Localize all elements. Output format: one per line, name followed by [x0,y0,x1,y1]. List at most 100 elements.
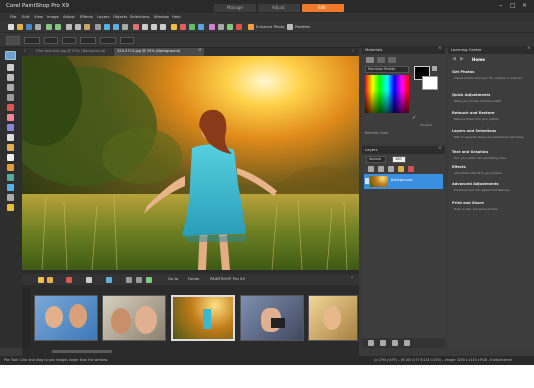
folder-path[interactable]: PAINTSHOP Pro X9 [210,277,245,281]
save-icon[interactable] [26,24,32,30]
redo-icon[interactable] [55,24,61,30]
enhance-photo-button[interactable]: Enhance Photo [256,25,284,29]
print-icon[interactable] [35,24,41,30]
lc-layers-selections[interactable]: Layers and Selections [452,129,496,134]
new-file-icon[interactable] [8,24,14,30]
share-icon[interactable] [86,277,92,283]
fill-tool-icon[interactable] [7,164,14,171]
histogram-icon[interactable] [171,24,177,30]
effects-browser-icon[interactable] [209,24,215,30]
back-icon[interactable]: ◀ [452,57,456,62]
clone-brush-icon[interactable] [7,124,14,131]
scroll-right-icon[interactable]: › [352,49,354,54]
forward-icon[interactable]: ▶ [460,57,464,62]
resize-icon[interactable] [122,24,128,30]
smart-fix-icon[interactable] [198,24,204,30]
layer-row-background[interactable]: Background [364,174,443,189]
refresh-icon[interactable] [146,277,152,283]
run-script-icon[interactable] [227,24,233,30]
one-step-fix-icon[interactable] [189,24,195,30]
thumbnail-photographer[interactable] [240,295,304,341]
lc-effects[interactable]: Effects [452,165,466,170]
thumbnail-couple-selfie[interactable] [102,295,166,341]
swap-colors-icon[interactable] [432,66,437,71]
dodge-tool-icon[interactable] [7,134,14,141]
workspace-tab-edit[interactable]: Edit [302,4,344,12]
option-dropdown-6[interactable] [120,37,134,44]
workspace-tab-adjust[interactable]: Adjust [258,4,300,12]
makeover-tool-icon[interactable] [7,114,14,121]
paint-brush-icon[interactable] [7,144,14,151]
flip-icon[interactable] [113,24,119,30]
warp-tool-icon[interactable] [7,204,14,211]
menu-window[interactable]: Window [154,15,169,19]
checkmark-icon[interactable]: ✓ [412,116,416,121]
dropper-tool-icon[interactable] [7,174,14,181]
menu-view[interactable]: View [34,15,43,19]
organizer-scrollbar[interactable] [52,350,112,353]
selection-tool-icon[interactable] [7,64,14,71]
maximize-icon[interactable]: □ [510,3,516,9]
option-dropdown-5[interactable] [100,37,116,44]
color-balance-icon[interactable] [180,24,186,30]
background-color-swatch[interactable] [422,76,438,90]
star-rating-icon[interactable] [38,277,44,283]
learning-close-icon[interactable]: × [527,46,531,52]
enhance-photo-icon[interactable] [248,24,254,30]
layers-toggle-icon[interactable] [133,24,139,30]
folder-icon[interactable] [47,277,53,283]
menu-selections[interactable]: Selections [130,15,149,19]
palettes-button[interactable]: Palettes [295,25,310,29]
layer-properties-icon[interactable] [392,340,398,346]
rotate-left-icon[interactable] [126,277,132,283]
folder-dropdown[interactable]: Folder [188,277,200,281]
lc-print-share[interactable]: Print and Share [452,201,484,206]
rainbow-tab-icon[interactable] [377,57,385,63]
edit-icon[interactable] [106,277,112,283]
text-tool-icon[interactable] [7,184,14,191]
pan-tool-icon[interactable] [5,51,16,60]
menu-adjust[interactable]: Adjust [63,15,75,19]
cut-icon[interactable] [66,24,72,30]
delete-layer-icon[interactable] [408,166,414,172]
option-dropdown-3[interactable] [62,37,76,44]
home-link[interactable]: Home [472,58,485,62]
layers-close-icon[interactable]: × [438,146,442,152]
zoom-in-icon[interactable] [142,24,148,30]
undo-icon[interactable] [46,24,52,30]
opacity-field[interactable]: 100 [392,156,406,163]
fit-window-icon[interactable] [160,24,166,30]
menu-help[interactable]: Help [172,15,181,19]
color-swatches[interactable] [365,75,409,113]
menu-effects[interactable]: Effects [80,15,93,19]
preset-dropdown[interactable] [6,36,20,45]
scroll-left-icon[interactable]: ‹ [24,49,26,54]
close-icon[interactable]: × [522,3,527,9]
straighten-tool-icon[interactable] [7,74,14,81]
rotate-icon[interactable] [104,24,110,30]
link-layer-icon[interactable] [388,166,394,172]
lock-layer-icon[interactable] [398,166,404,172]
option-dropdown-1[interactable] [24,37,40,44]
swatches-tab-icon[interactable] [388,57,396,63]
go-to-label[interactable]: Go to [168,277,178,281]
menu-edit[interactable]: Edit [22,15,29,19]
menu-file[interactable]: File [10,15,16,19]
layer-mask-icon[interactable] [378,166,384,172]
adjustment-layer-icon[interactable] [380,340,386,346]
pen-tool-icon[interactable] [7,194,14,201]
menu-objects[interactable]: Objects [113,15,127,19]
eraser-tool-icon[interactable] [7,154,14,161]
move-tool-icon[interactable] [7,94,14,101]
lc-advanced-adjustments[interactable]: Advanced Adjustments [452,182,499,187]
doc-tab-close-icon[interactable]: × [198,48,202,54]
frame-tab-icon[interactable] [366,57,374,63]
option-dropdown-2[interactable] [44,37,58,44]
option-dropdown-4[interactable] [80,37,96,44]
lc-get-photos[interactable]: Get Photos [452,70,474,75]
all-tools-label[interactable]: All tools [420,124,432,127]
thumbnail-friends-selfie[interactable] [34,295,98,341]
organizer-side-tab[interactable] [22,288,30,348]
menu-image[interactable]: Image [47,15,59,19]
new-layer-icon[interactable] [368,166,374,172]
